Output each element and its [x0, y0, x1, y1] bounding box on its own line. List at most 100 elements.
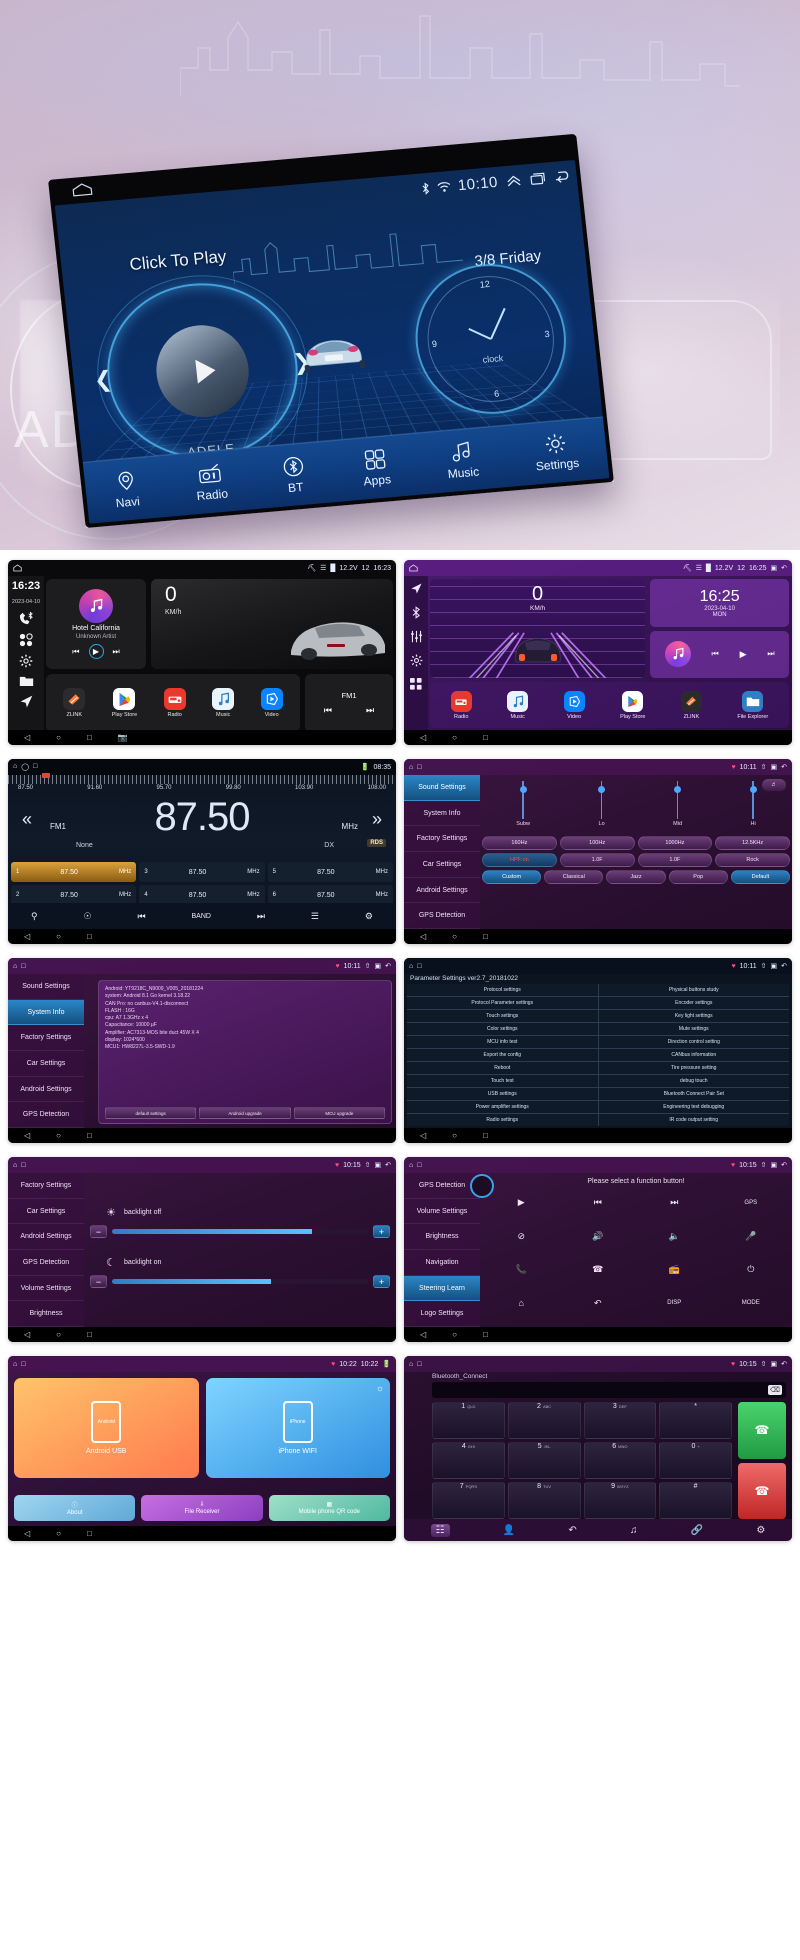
back-icon[interactable]: ↶	[781, 763, 787, 771]
app-play-store[interactable]: Play Store	[112, 688, 137, 718]
menu-item-volume-settings[interactable]: Volume Settings	[8, 1276, 84, 1302]
dialpad-icon[interactable]: ☷	[430, 1523, 450, 1537]
back-icon[interactable]: ↶	[781, 962, 787, 970]
menu-item-android-settings[interactable]: Android Settings	[404, 878, 480, 904]
gear-icon[interactable]: ⚙	[756, 1525, 765, 1536]
back-icon[interactable]: ◁	[420, 1330, 426, 1339]
navigation-arrow-icon[interactable]	[410, 582, 423, 595]
app-radio[interactable]: Radio	[450, 690, 472, 720]
key-9[interactable]: 9 WXYZ	[583, 1482, 657, 1519]
android-upgrade-button[interactable]: Android upgrade	[199, 1107, 291, 1119]
home-icon[interactable]: ○	[452, 932, 457, 941]
sensitivity-mode[interactable]: DX	[324, 842, 334, 849]
slider-knob[interactable]	[519, 785, 527, 793]
chevron-up-icon[interactable]: ⇧	[365, 1161, 371, 1169]
param-cell[interactable]: Protocol Parameter settings	[407, 997, 598, 1009]
search-icon[interactable]: ⚲	[31, 911, 38, 922]
backspace-icon[interactable]: ⌫	[768, 1385, 782, 1395]
sidebar-item-apps[interactable]	[19, 633, 33, 647]
recents-icon[interactable]: □	[87, 932, 92, 941]
freq-button[interactable]: 100Hz	[559, 836, 635, 850]
home-icon[interactable]: ○	[452, 1330, 457, 1339]
phone-number-input[interactable]: ⌫	[432, 1382, 786, 1398]
preset-jazz-button[interactable]: Jazz	[606, 870, 666, 884]
param-cell[interactable]: Radio settings	[407, 1114, 598, 1126]
apps-grid-icon[interactable]	[410, 678, 422, 690]
gain-button[interactable]: 1.0F	[637, 853, 713, 867]
back-icon[interactable]: ◁	[420, 932, 426, 941]
menu-item-gps-detection[interactable]: GPS Detection	[8, 1250, 84, 1276]
chevron-up-double-icon[interactable]	[504, 173, 523, 187]
music-widget[interactable]: ⏮ ▶ ⏭	[650, 630, 789, 678]
recents-icon[interactable]: □	[483, 1330, 488, 1339]
preset-item[interactable]: 4 87.50 MHz	[139, 885, 265, 905]
param-cell[interactable]: USB settings	[407, 1088, 598, 1100]
key-star[interactable]: *	[659, 1402, 732, 1439]
next-icon[interactable]: ⏭	[767, 649, 774, 659]
back-icon[interactable]: ◁	[420, 733, 426, 742]
recents-icon[interactable]: □	[87, 1330, 92, 1339]
prev-icon[interactable]: ⏮	[137, 911, 145, 922]
menu-item-android-settings[interactable]: Android Settings	[8, 1077, 84, 1103]
nav-item-bt[interactable]: BT	[281, 455, 307, 496]
next-icon[interactable]: ⏭	[113, 647, 120, 657]
home-icon[interactable]: ○	[56, 1529, 61, 1538]
app-radio[interactable]: Radio	[163, 688, 186, 718]
decrease-button[interactable]: −	[90, 1225, 107, 1238]
app-file-explorer[interactable]: File Explorer	[737, 690, 768, 720]
increase-button[interactable]: +	[373, 1275, 390, 1288]
param-cell[interactable]: Power amplifier settings	[407, 1101, 598, 1113]
recents-icon[interactable]: □	[87, 1131, 92, 1140]
slider-lo[interactable]: Lo	[598, 781, 606, 833]
volume-up-button[interactable]: 🔊	[561, 1221, 636, 1253]
rds-badge[interactable]: RDS	[367, 839, 386, 847]
equalizer-icon[interactable]: ♬	[762, 779, 786, 791]
play-icon[interactable]	[194, 357, 217, 384]
key-4[interactable]: 4 GHI	[432, 1442, 505, 1479]
recents-icon[interactable]: □	[483, 733, 488, 742]
nav-item-settings[interactable]: Settings	[532, 431, 580, 473]
increase-button[interactable]: +	[373, 1225, 390, 1238]
file-receiver-button[interactable]: ⇩ File Receiver	[141, 1495, 263, 1521]
param-cell[interactable]: Mute settings	[598, 1023, 789, 1035]
recents-icon[interactable]	[529, 171, 546, 185]
back-icon[interactable]: ↶	[781, 1161, 787, 1169]
param-cell[interactable]: Bluetooth Connect Pair Set	[598, 1088, 789, 1100]
default-settings-button[interactable]: default settings	[105, 1107, 197, 1119]
menu-item-car-settings[interactable]: Car Settings	[8, 1051, 84, 1077]
slider-knob[interactable]	[674, 785, 682, 793]
menu-item-system-info[interactable]: System Info	[404, 801, 480, 827]
param-cell[interactable]: CANbus information	[598, 1049, 789, 1061]
slider-track[interactable]	[674, 781, 682, 819]
iphone-wifi-card[interactable]: ☼ iPhone iPhone WIFI	[205, 1378, 390, 1478]
clock-widget[interactable]: 16:25 2023-04-10 MON	[650, 579, 789, 627]
nav-item-apps[interactable]: Apps	[360, 447, 392, 489]
param-cell[interactable]: Export the config	[407, 1049, 598, 1061]
home-icon[interactable]: ○	[452, 1131, 457, 1140]
back-icon[interactable]: ◁	[24, 1330, 30, 1339]
prev-icon[interactable]: ⏮	[72, 647, 79, 657]
param-cell[interactable]: Key light settings	[598, 1010, 789, 1022]
recents-icon[interactable]: □	[33, 763, 37, 771]
slider-hi[interactable]: Hi	[749, 781, 757, 833]
back-icon[interactable]: ◁	[24, 1131, 30, 1140]
param-cell[interactable]: Engineering test debugging	[598, 1101, 789, 1113]
home-icon[interactable]: ⌂	[13, 963, 17, 970]
recents-icon[interactable]: □	[417, 1361, 421, 1368]
menu-item-system-info[interactable]: System Info	[8, 999, 84, 1026]
home-icon[interactable]: ⌂	[409, 1361, 413, 1368]
param-cell[interactable]: IR code output setting	[598, 1114, 789, 1126]
key-3[interactable]: 3 DEF	[583, 1402, 657, 1439]
app-zlink[interactable]: ZLINK	[63, 688, 86, 718]
home-icon[interactable]: ○	[452, 733, 457, 742]
app-music[interactable]: Music	[507, 690, 529, 720]
slider-knob[interactable]	[598, 785, 606, 793]
key-8[interactable]: 8 TUV	[507, 1482, 581, 1519]
disp-button[interactable]: DISP	[637, 1288, 712, 1320]
brightness-slider[interactable]	[112, 1279, 368, 1284]
home-icon[interactable]: ⌂	[409, 764, 413, 771]
sidebar-item-bluetooth-phone[interactable]	[19, 612, 33, 626]
slider-track[interactable]	[598, 781, 606, 819]
speed-widget[interactable]: 0 KM/h	[151, 579, 393, 669]
key-1[interactable]: 1 QLD	[432, 1402, 505, 1439]
